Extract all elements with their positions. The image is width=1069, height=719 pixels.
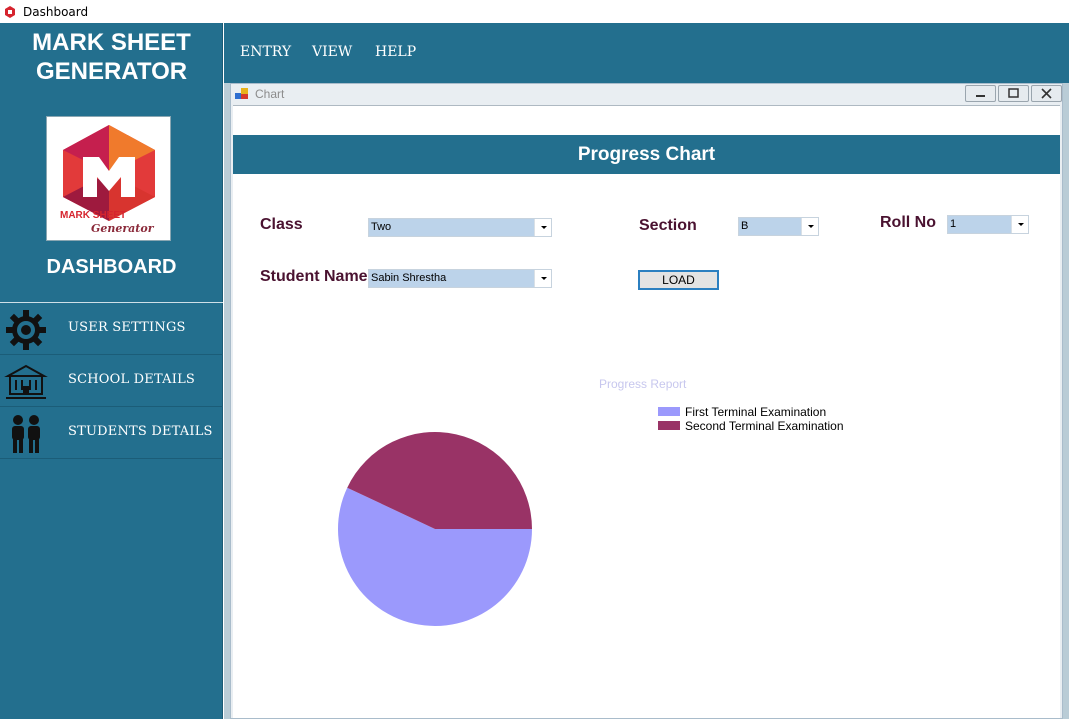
minimize-icon xyxy=(976,95,985,97)
sidebar-item-school-details[interactable]: SCHOOL DETAILS xyxy=(0,355,223,407)
close-button[interactable] xyxy=(1031,85,1062,102)
chart-window: Chart Progress Chart Class Two Section B… xyxy=(230,83,1063,719)
minimize-button[interactable] xyxy=(965,85,996,102)
close-icon xyxy=(1041,88,1052,99)
menu-help[interactable]: HELP xyxy=(375,44,416,60)
brand-line-1: MARK SHEET xyxy=(32,29,191,56)
logo-text-1: MARK SHEET xyxy=(60,210,127,221)
restore-button[interactable] xyxy=(998,85,1029,102)
sidebar-item-label: STUDENTS DETAILS xyxy=(68,424,213,439)
sidebar-item-label: USER SETTINGS xyxy=(68,320,186,335)
restore-icon xyxy=(1008,88,1019,98)
app-logo: MARK SHEET Generator xyxy=(46,116,171,241)
students-icon xyxy=(12,415,40,453)
progress-pie-chart xyxy=(338,432,532,626)
menu-bar: ENTRY VIEW HELP xyxy=(224,23,1069,83)
mdi-container: Chart Progress Chart Class Two Section B… xyxy=(224,83,1069,719)
dashboard-label: DASHBOARD xyxy=(46,256,177,278)
app-icon xyxy=(5,5,15,18)
sidebar: MARK SHEET GENERATOR MARK SHEET Generato… xyxy=(0,23,223,719)
sidebar-item-user-settings[interactable]: USER SETTINGS xyxy=(0,303,223,355)
chart-form: Progress Chart Class Two Section B Roll … xyxy=(233,105,1060,718)
school-building-icon xyxy=(4,364,48,399)
window-title: Dashboard xyxy=(23,4,89,19)
chart-window-title: Chart xyxy=(255,87,285,101)
chart-window-title-bar[interactable]: Chart xyxy=(231,84,1062,104)
sidebar-item-students-details[interactable]: STUDENTS DETAILS xyxy=(0,407,223,459)
sidebar-item-label: SCHOOL DETAILS xyxy=(68,372,196,387)
brand-title: MARK SHEET GENERATOR xyxy=(0,28,223,86)
chart-window-icon xyxy=(235,88,248,99)
menu-view[interactable]: VIEW xyxy=(312,44,352,60)
app-title-bar: Dashboard xyxy=(0,0,1069,23)
logo-text-2: Generator xyxy=(91,222,154,235)
brand-line-2: GENERATOR xyxy=(35,58,188,85)
gear-icon xyxy=(6,310,46,350)
menu-entry[interactable]: ENTRY xyxy=(240,44,291,60)
